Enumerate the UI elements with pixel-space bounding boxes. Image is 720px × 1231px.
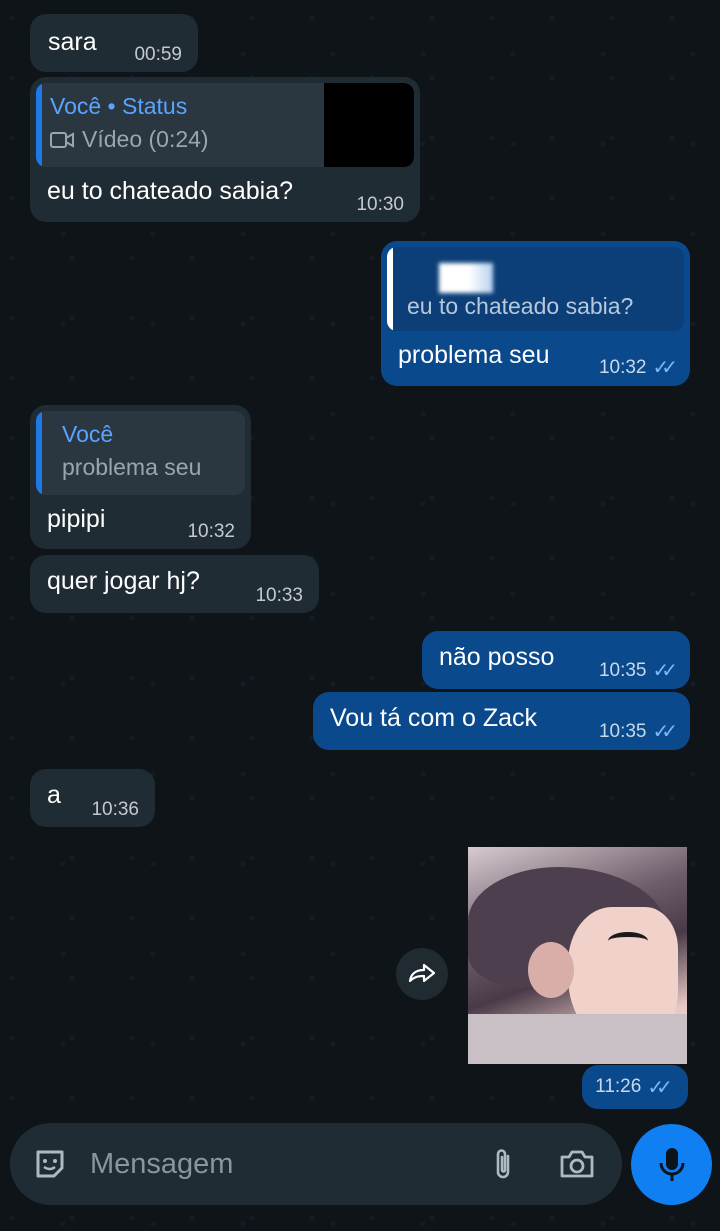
image-content <box>528 942 574 998</box>
forward-icon <box>408 963 436 983</box>
message-composer <box>10 1123 622 1205</box>
message-text: pipipi <box>47 505 106 533</box>
double-check-icon: ✓✓ <box>652 721 677 743</box>
quoted-message[interactable]: eu to chateado sabia? <box>387 247 684 331</box>
image-content <box>468 1014 687 1064</box>
sent-image[interactable] <box>468 847 687 1064</box>
paperclip-icon[interactable] <box>490 1146 516 1182</box>
message-incoming-reply[interactable]: Você • Status Vídeo (0:24) eu to chatead… <box>30 77 420 222</box>
quoted-image-blur <box>439 263 493 293</box>
quote-author: Você • Status <box>50 93 188 119</box>
image-content <box>608 932 648 950</box>
mic-icon <box>659 1147 684 1181</box>
message-time-label: 10:35 <box>598 720 647 742</box>
message-incoming[interactable]: sara 00:59 <box>30 14 198 72</box>
message-outgoing-reply[interactable]: eu to chateado sabia? problema seu 10:32… <box>381 241 690 386</box>
image-time-badge: 11:26 ✓✓ <box>582 1065 688 1109</box>
double-check-icon: ✓✓ <box>647 1076 672 1099</box>
double-check-icon: ✓✓ <box>652 660 677 682</box>
message-time: 00:59 <box>134 44 182 65</box>
message-time: 10:35 ✓✓ <box>599 658 678 683</box>
quoted-message[interactable]: Você problema seu <box>36 411 245 495</box>
message-text: não posso <box>439 643 555 671</box>
message-text: Vou tá com o Zack <box>330 704 538 732</box>
message-time: 10:33 <box>255 585 303 606</box>
message-time: 10:32 ✓✓ <box>599 355 678 380</box>
message-text: eu to chateado sabia? <box>47 177 294 205</box>
message-outgoing[interactable]: não posso 10:35 ✓✓ <box>422 631 690 689</box>
message-text: quer jogar hj? <box>47 567 200 595</box>
message-input[interactable] <box>90 1147 490 1181</box>
quoted-status[interactable]: Você • Status Vídeo (0:24) <box>36 83 414 167</box>
quote-author: Você <box>62 421 114 447</box>
message-time: 10:36 <box>91 799 139 820</box>
message-time: 10:32 <box>187 521 235 542</box>
status-video-thumbnail <box>324 83 414 167</box>
message-time: 10:35 ✓✓ <box>599 719 678 744</box>
message-text: problema seu <box>398 341 550 369</box>
quote-text-label: Vídeo (0:24) <box>82 126 209 152</box>
camera-icon[interactable] <box>558 1148 596 1180</box>
quote-text: eu to chateado sabia? <box>407 293 634 319</box>
message-text: sara <box>48 28 97 56</box>
mic-button[interactable] <box>631 1124 712 1205</box>
quote-text: problema seu <box>62 454 202 480</box>
double-check-icon: ✓✓ <box>652 357 677 379</box>
message-time-label: 11:26 <box>595 1076 642 1097</box>
message-time-label: 10:35 <box>598 659 647 681</box>
video-icon <box>50 131 74 148</box>
message-incoming[interactable]: quer jogar hj? 10:33 <box>30 555 319 613</box>
quote-text: Vídeo (0:24) <box>50 126 314 153</box>
message-outgoing[interactable]: Vou tá com o Zack 10:35 ✓✓ <box>313 692 690 750</box>
message-text: a <box>47 781 61 809</box>
message-incoming[interactable]: a 10:36 <box>30 769 155 827</box>
message-incoming-reply[interactable]: Você problema seu pipipi 10:32 <box>30 405 251 549</box>
message-time-label: 10:32 <box>598 356 647 378</box>
forward-button[interactable] <box>396 948 448 1000</box>
sticker-icon[interactable] <box>32 1146 68 1182</box>
message-time: 10:30 <box>356 194 404 215</box>
